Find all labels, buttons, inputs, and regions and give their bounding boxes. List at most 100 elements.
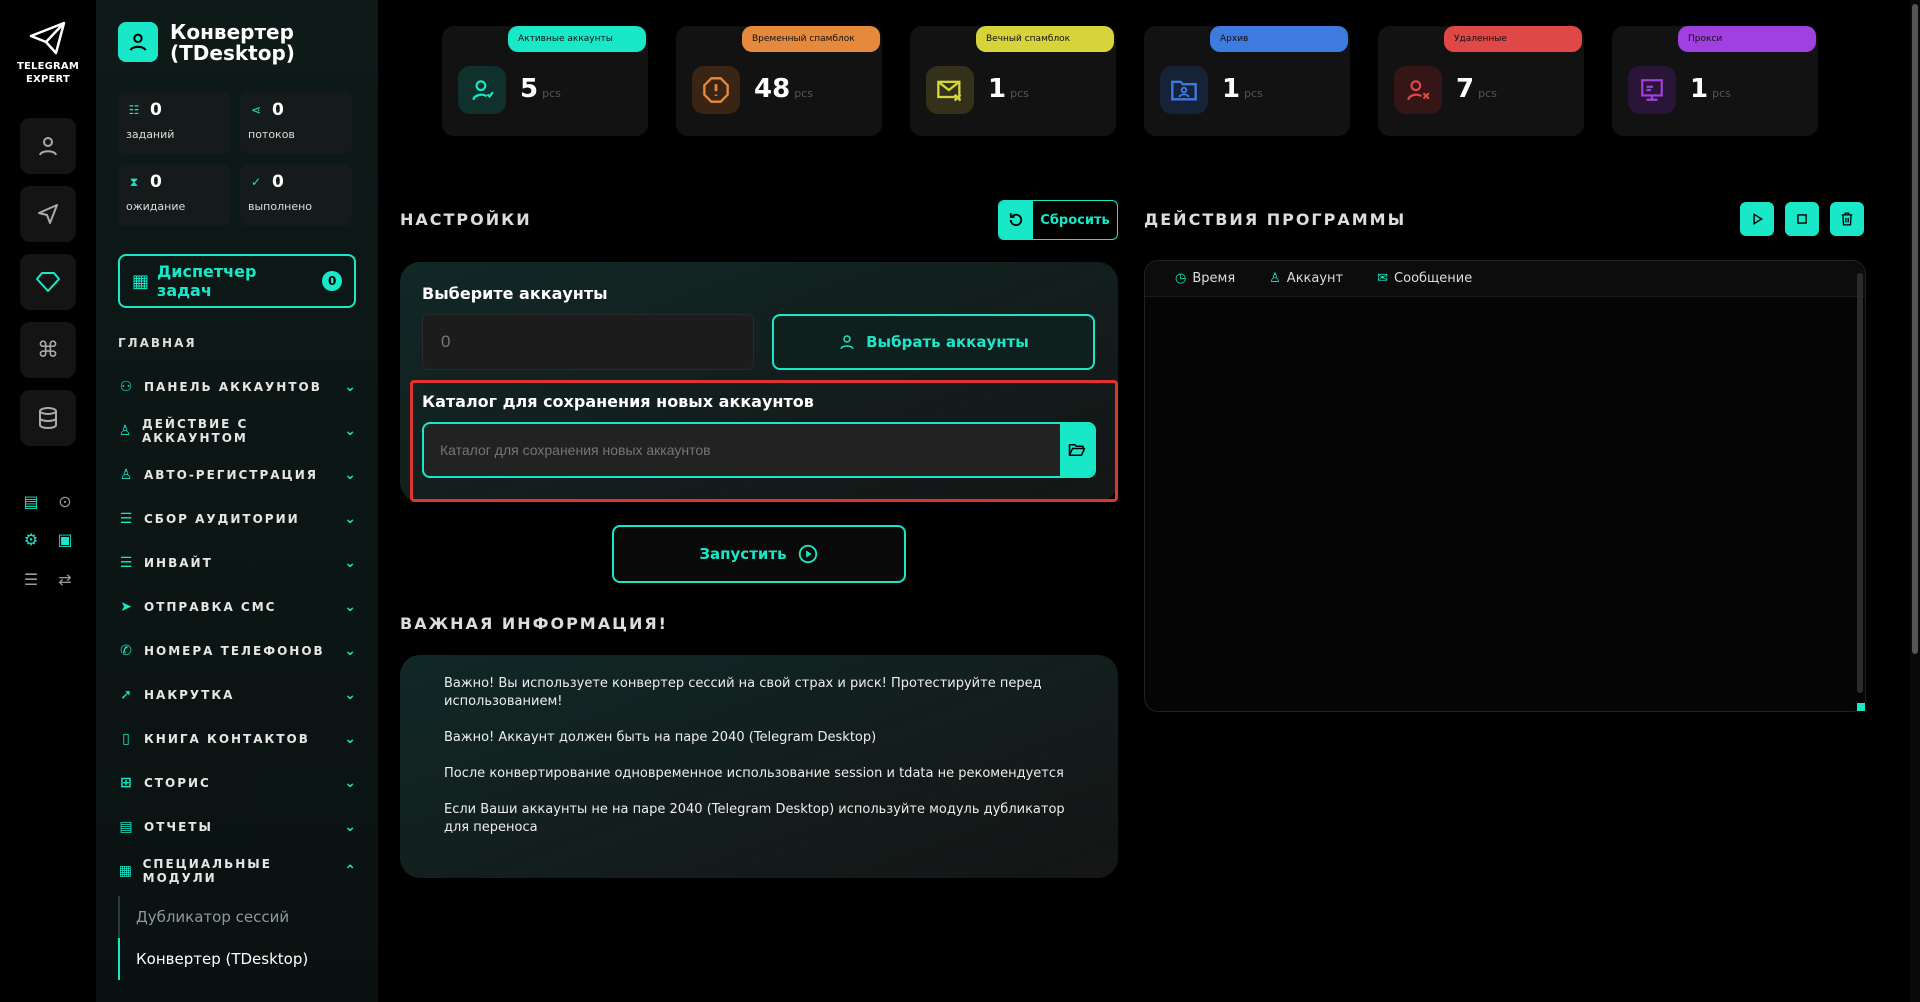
blocked-mail-icon <box>926 66 974 114</box>
send-icon <box>38 204 58 224</box>
play-button[interactable] <box>1740 202 1774 236</box>
mail-icon: ✉ <box>1377 271 1389 286</box>
command-icon: ⌘ <box>37 337 59 363</box>
col-message-label: Сообщение <box>1394 271 1473 286</box>
nav-item-audience[interactable]: ☰ СБОР АУДИТОРИИ ⌄ <box>118 497 358 541</box>
info-line: Важно! Вы используете конвертер сессий н… <box>444 676 1042 709</box>
folder-open-icon <box>1068 444 1086 456</box>
rail-commands-button[interactable]: ⌘ <box>20 322 76 378</box>
special-modules-submenu: Дубликатор сессий Конвертер (TDesktop) <box>118 896 358 980</box>
nav-item-label: СПЕЦИАЛЬНЫЕ МОДУЛИ <box>142 857 272 885</box>
nav-item-auto-registration[interactable]: ♙ АВТО-РЕГИСТРАЦИЯ ⌄ <box>118 453 358 497</box>
nav-item-label: АВТО-РЕГИСТРАЦИЯ <box>144 468 318 482</box>
submenu-converter[interactable]: Конвертер (TDesktop) <box>118 938 358 980</box>
server-settings-icon[interactable]: ▤ <box>20 490 42 512</box>
chevron-up-icon: ⌃ <box>344 863 358 879</box>
page-scrollbar[interactable] <box>1910 0 1920 1002</box>
rail-send-button[interactable] <box>20 186 76 242</box>
rail-premium-button[interactable] <box>20 254 76 310</box>
col-account[interactable]: ♙ Аккаунт <box>1269 271 1343 286</box>
card-deleted[interactable]: Удаленные 7 pcs <box>1378 26 1584 136</box>
rail-database-button[interactable] <box>20 390 76 446</box>
choose-accounts-button[interactable]: Выбрать аккаунты <box>772 314 1095 370</box>
warning-icon <box>692 66 740 114</box>
card-temp-spamblock[interactable]: Временный спамблок 48 pcs <box>676 26 882 136</box>
catalog-path-group <box>422 422 1096 478</box>
phone-icon: ✆ <box>120 643 134 659</box>
card-label: Вечный спамблок <box>976 26 1114 52</box>
nav-item-boost[interactable]: ➚ НАКРУТКА ⌄ <box>118 673 358 717</box>
submenu-session-duplicator[interactable]: Дубликатор сессий <box>136 896 358 938</box>
page-scroll-thumb[interactable] <box>1912 4 1918 654</box>
card-label: Удаленные <box>1444 26 1582 52</box>
nav-item-contacts-book[interactable]: ▯ КНИГА КОНТАКТОВ ⌄ <box>118 717 358 761</box>
user-icon <box>39 137 57 156</box>
modules-icon: ▦ <box>118 863 134 879</box>
brand-line1: TELEGRAM <box>16 61 80 72</box>
code-window-icon[interactable]: ▣ <box>54 528 76 550</box>
nav-item-accounts-panel[interactable]: ⚇ ПАНЕЛЬ АККАУНТОВ ⌄ <box>118 365 358 409</box>
brand-logo[interactable]: TELEGRAM EXPERT <box>0 20 96 86</box>
log-scrollbar[interactable] <box>1857 273 1863 693</box>
invite-icon: ☰ <box>119 555 135 571</box>
chevron-down-icon: ⌄ <box>344 423 358 439</box>
document-list-icon[interactable]: ☰ <box>20 568 42 590</box>
nav-item-sms[interactable]: ➤ ОТПРАВКА СМС ⌄ <box>118 585 358 629</box>
chevron-down-icon: ⌄ <box>344 379 358 395</box>
rail-profile-button[interactable] <box>20 118 76 174</box>
chevron-down-icon: ⌄ <box>344 775 358 791</box>
transfer-icon[interactable]: ⇄ <box>54 568 76 590</box>
reset-button[interactable]: Сбросить <box>998 200 1118 240</box>
stat-label: заданий <box>126 128 175 141</box>
choose-accounts-label: Выбрать аккаунты <box>866 333 1029 351</box>
nav-item-label: КНИГА КОНТАКТОВ <box>144 732 310 746</box>
nav-item-label: ОТЧЕТЫ <box>144 820 213 834</box>
stat-threads: ⋖ 0 потоков <box>240 92 352 154</box>
card-proxy[interactable]: Прокси 1 pcs <box>1612 26 1818 136</box>
card-value: 48 pcs <box>754 74 813 104</box>
nav-item-stories[interactable]: ⊞ СТОРИС ⌄ <box>118 761 358 805</box>
tasks-icon: ☷ <box>128 103 140 117</box>
nav-item-label: НАКРУТКА <box>144 688 235 702</box>
stop-button[interactable] <box>1785 202 1819 236</box>
card-value: 1 pcs <box>988 74 1029 104</box>
task-dispatcher-button[interactable]: ▦ Диспетчер задач 0 <box>118 254 356 308</box>
nav-item-phone-numbers[interactable]: ✆ НОМЕРА ТЕЛЕФОНОВ ⌄ <box>118 629 358 673</box>
actions-log[interactable]: ◷ Время ♙ Аккаунт ✉ Сообщение <box>1144 260 1866 712</box>
card-active-accounts[interactable]: Активные аккаунты 5 pcs <box>442 26 648 136</box>
active-user-icon <box>458 66 506 114</box>
brand-line2: EXPERT <box>26 74 70 85</box>
card-perm-spamblock[interactable]: Вечный спамблок 1 pcs <box>910 26 1116 136</box>
chevron-down-icon: ⌄ <box>344 687 358 703</box>
clear-log-button[interactable] <box>1830 202 1864 236</box>
gear-icon[interactable]: ⚙ <box>20 528 42 550</box>
catalog-path-input[interactable] <box>424 424 1060 476</box>
col-message[interactable]: ✉ Сообщение <box>1377 271 1472 286</box>
col-account-label: Аккаунт <box>1286 271 1344 286</box>
location-user-icon[interactable]: ⊙ <box>54 490 76 512</box>
run-button[interactable]: Запустить <box>612 525 906 583</box>
nav-item-account-action[interactable]: ♙ ДЕЙСТВИЕ С АККАУНТОМ ⌄ <box>118 409 358 453</box>
nav-item-invite[interactable]: ☰ ИНВАЙТ ⌄ <box>118 541 358 585</box>
reset-label: Сбросить <box>1040 212 1110 228</box>
catalog-label: Каталог для сохранения новых аккаунтов <box>422 392 814 411</box>
accounts-count-field[interactable] <box>422 314 754 370</box>
boost-icon: ➚ <box>120 687 134 703</box>
card-archive[interactable]: Архив 1 pcs <box>1144 26 1350 136</box>
nav-item-reports[interactable]: ▤ ОТЧЕТЫ ⌄ <box>118 805 358 849</box>
dispatcher-label: Диспетчер задач <box>157 262 257 300</box>
nav-section-label: ГЛАВНАЯ <box>118 336 197 350</box>
card-label: Прокси <box>1678 26 1816 52</box>
col-time[interactable]: ◷ Время <box>1175 271 1235 286</box>
user-icon <box>840 335 854 350</box>
chevron-down-icon: ⌄ <box>344 511 358 527</box>
diamond-icon <box>36 272 60 292</box>
send-icon: ➤ <box>120 599 134 615</box>
stat-label: потоков <box>248 128 295 141</box>
nav-item-special-modules[interactable]: ▦ СПЕЦИАЛЬНЫЕ МОДУЛИ ⌃ <box>118 849 358 893</box>
stat-label: ожидание <box>126 200 186 213</box>
log-header: ◷ Время ♙ Аккаунт ✉ Сообщение <box>1145 261 1865 297</box>
telegram-plane-icon <box>29 21 66 55</box>
resize-handle[interactable] <box>1857 703 1865 711</box>
browse-folder-button[interactable] <box>1060 424 1094 476</box>
